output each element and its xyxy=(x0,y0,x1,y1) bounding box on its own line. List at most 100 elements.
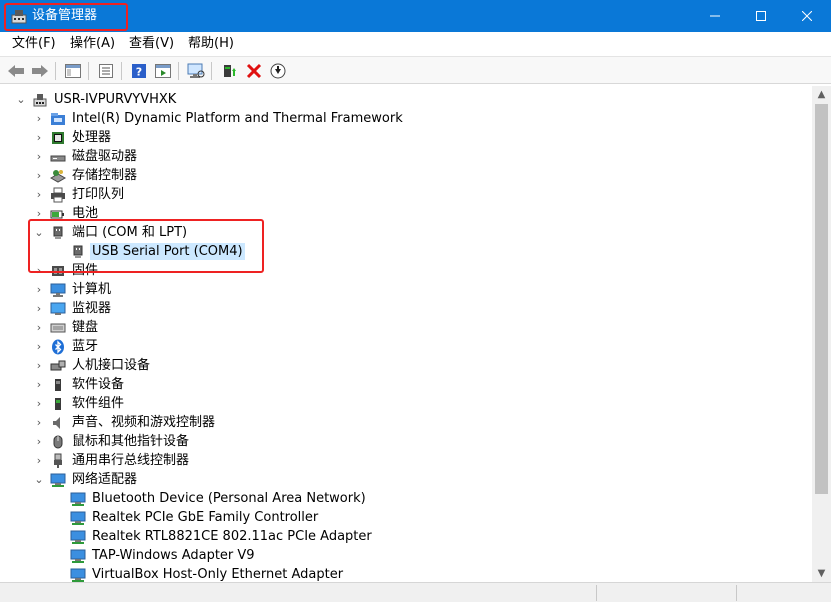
update-driver-button[interactable] xyxy=(218,60,240,82)
forward-arrow-icon xyxy=(32,65,48,77)
close-button[interactable] xyxy=(784,0,830,32)
tree-item-label: Realtek PCIe GbE Family Controller xyxy=(92,510,319,525)
chevron-right-icon[interactable]: › xyxy=(32,320,46,334)
tree-item-realtek-gbe[interactable]: Realtek PCIe GbE Family Controller xyxy=(70,508,320,527)
menu-view[interactable]: 查看(V) xyxy=(129,36,174,52)
tree-item-virtualbox[interactable]: VirtualBox Host-Only Ethernet Adapter xyxy=(70,565,345,582)
scan-hardware-button[interactable] xyxy=(185,60,207,82)
computer-root-icon xyxy=(33,93,47,106)
chevron-right-icon[interactable]: › xyxy=(32,111,46,125)
chevron-right-icon[interactable]: › xyxy=(32,434,46,448)
tree-item-computer[interactable]: › 计算机 xyxy=(37,280,113,299)
title-highlight-box xyxy=(4,3,128,31)
chevron-right-icon[interactable]: › xyxy=(32,453,46,467)
chevron-right-icon[interactable]: › xyxy=(32,168,46,182)
chevron-right-icon[interactable]: › xyxy=(32,206,46,220)
tree-item-mice[interactable]: › 鼠标和其他指针设备 xyxy=(37,432,191,451)
tree-item-hid[interactable]: › 人机接口设备 xyxy=(37,356,152,375)
maximize-button[interactable] xyxy=(738,0,784,32)
tree-item-disk-drives[interactable]: › 磁盘驱动器 xyxy=(37,147,139,166)
chevron-right-icon[interactable]: › xyxy=(32,396,46,410)
chevron-down-icon[interactable]: ⌄ xyxy=(32,472,46,486)
printer-icon xyxy=(51,187,65,202)
maximize-icon xyxy=(756,11,766,21)
tree-item-sound-video-game[interactable]: › 声音、视频和游戏控制器 xyxy=(37,413,217,432)
chevron-down-icon[interactable]: ⌄ xyxy=(14,92,28,106)
chevron-right-icon[interactable]: › xyxy=(32,130,46,144)
computer-icon xyxy=(50,283,66,297)
help-icon: ? xyxy=(132,64,146,79)
close-icon xyxy=(802,11,812,21)
tree-item-label: 磁盘驱动器 xyxy=(72,149,138,164)
network-adapter-icon xyxy=(70,530,86,544)
tree-item-realtek-wifi[interactable]: Realtek RTL8821CE 802.11ac PCIe Adapter xyxy=(70,527,374,546)
disk-drive-icon xyxy=(50,155,66,161)
storage-controller-icon xyxy=(50,169,66,183)
back-arrow-icon xyxy=(8,65,24,77)
chevron-right-icon[interactable]: › xyxy=(32,377,46,391)
menu-bar: 文件(F) 操作(A) 查看(V) 帮助(H) xyxy=(0,32,831,56)
tree-root-label: USR-IVPURVYVHXK xyxy=(54,92,177,107)
tree-item-usb-controllers[interactable]: › 通用串行总线控制器 xyxy=(37,451,191,470)
back-button[interactable] xyxy=(5,60,27,82)
tree-item-label: 处理器 xyxy=(72,130,112,145)
mouse-icon xyxy=(53,435,63,448)
tree-item-label: Realtek RTL8821CE 802.11ac PCIe Adapter xyxy=(92,529,372,544)
tree-item-bluetooth[interactable]: › 蓝牙 xyxy=(37,337,100,356)
processor-icon xyxy=(52,131,64,144)
chevron-right-icon[interactable]: › xyxy=(32,187,46,201)
tree-item-label: 监视器 xyxy=(72,301,112,316)
tree-item-label: 鼠标和其他指针设备 xyxy=(72,434,190,449)
forward-button[interactable] xyxy=(29,60,51,82)
minimize-button[interactable] xyxy=(692,0,738,32)
device-tree[interactable]: ⌄ USR-IVPURVYVHXK › Intel(R) Dynamic Pla… xyxy=(0,86,812,582)
scroll-up-button[interactable]: ▲ xyxy=(812,86,831,103)
chip-folder-icon xyxy=(51,112,65,125)
tree-item-keyboards[interactable]: › 键盘 xyxy=(37,318,100,337)
help-button[interactable]: ? xyxy=(128,60,150,82)
tree-item-label: 软件组件 xyxy=(72,396,125,411)
tree-item-intel-dptf[interactable]: › Intel(R) Dynamic Platform and Thermal … xyxy=(37,109,405,128)
chevron-right-icon[interactable]: › xyxy=(32,301,46,315)
properties-button[interactable] xyxy=(95,60,117,82)
tree-item-bluetooth-pan[interactable]: Bluetooth Device (Personal Area Network) xyxy=(70,489,368,508)
scroll-down-button[interactable]: ▼ xyxy=(812,565,831,582)
minimize-icon xyxy=(710,15,720,17)
scrollbar-thumb[interactable] xyxy=(815,104,828,494)
menu-help[interactable]: 帮助(H) xyxy=(188,36,234,52)
tree-item-print-queues[interactable]: › 打印队列 xyxy=(37,185,126,204)
update-driver-icon xyxy=(224,65,236,77)
scan-hardware-icon xyxy=(187,63,205,78)
tree-item-storage-controllers[interactable]: › 存储控制器 xyxy=(37,166,139,185)
uninstall-icon xyxy=(246,63,262,79)
bluetooth-icon xyxy=(52,339,64,354)
properties-icon xyxy=(99,64,113,78)
tree-item-label: Intel(R) Dynamic Platform and Thermal Fr… xyxy=(72,111,403,126)
chevron-right-icon[interactable]: › xyxy=(32,358,46,372)
tree-item-monitors[interactable]: › 监视器 xyxy=(37,299,113,318)
tree-item-label: 键盘 xyxy=(72,320,99,335)
vertical-scrollbar[interactable]: ▲ ▼ xyxy=(812,86,831,582)
menu-action[interactable]: 操作(A) xyxy=(70,36,115,52)
show-hide-console-tree-button[interactable] xyxy=(62,60,84,82)
tree-item-label: 存储控制器 xyxy=(72,168,138,183)
action-pane-icon xyxy=(155,64,171,78)
uninstall-device-button[interactable] xyxy=(243,60,265,82)
tree-item-processor[interactable]: › 处理器 xyxy=(37,128,113,147)
tree-item-software-devices[interactable]: › 软件设备 xyxy=(37,375,126,394)
chevron-right-icon[interactable]: › xyxy=(32,339,46,353)
tree-item-label: 通用串行总线控制器 xyxy=(72,453,190,468)
action-pane-button[interactable] xyxy=(152,60,174,82)
tree-item-label: 声音、视频和游戏控制器 xyxy=(72,415,216,430)
hid-icon xyxy=(50,360,66,370)
chevron-right-icon[interactable]: › xyxy=(32,415,46,429)
tree-item-label: 蓝牙 xyxy=(72,339,99,354)
tree-item-tap-windows[interactable]: TAP-Windows Adapter V9 xyxy=(70,546,257,565)
disable-device-button[interactable] xyxy=(267,60,289,82)
tree-root[interactable]: ⌄ USR-IVPURVYVHXK xyxy=(16,90,178,109)
menu-file[interactable]: 文件(F) xyxy=(12,36,56,52)
tree-item-software-components[interactable]: › 软件组件 xyxy=(37,394,126,413)
chevron-right-icon[interactable]: › xyxy=(32,282,46,296)
tree-item-network-adapters[interactable]: ⌄ 网络适配器 xyxy=(34,470,139,489)
chevron-right-icon[interactable]: › xyxy=(32,149,46,163)
